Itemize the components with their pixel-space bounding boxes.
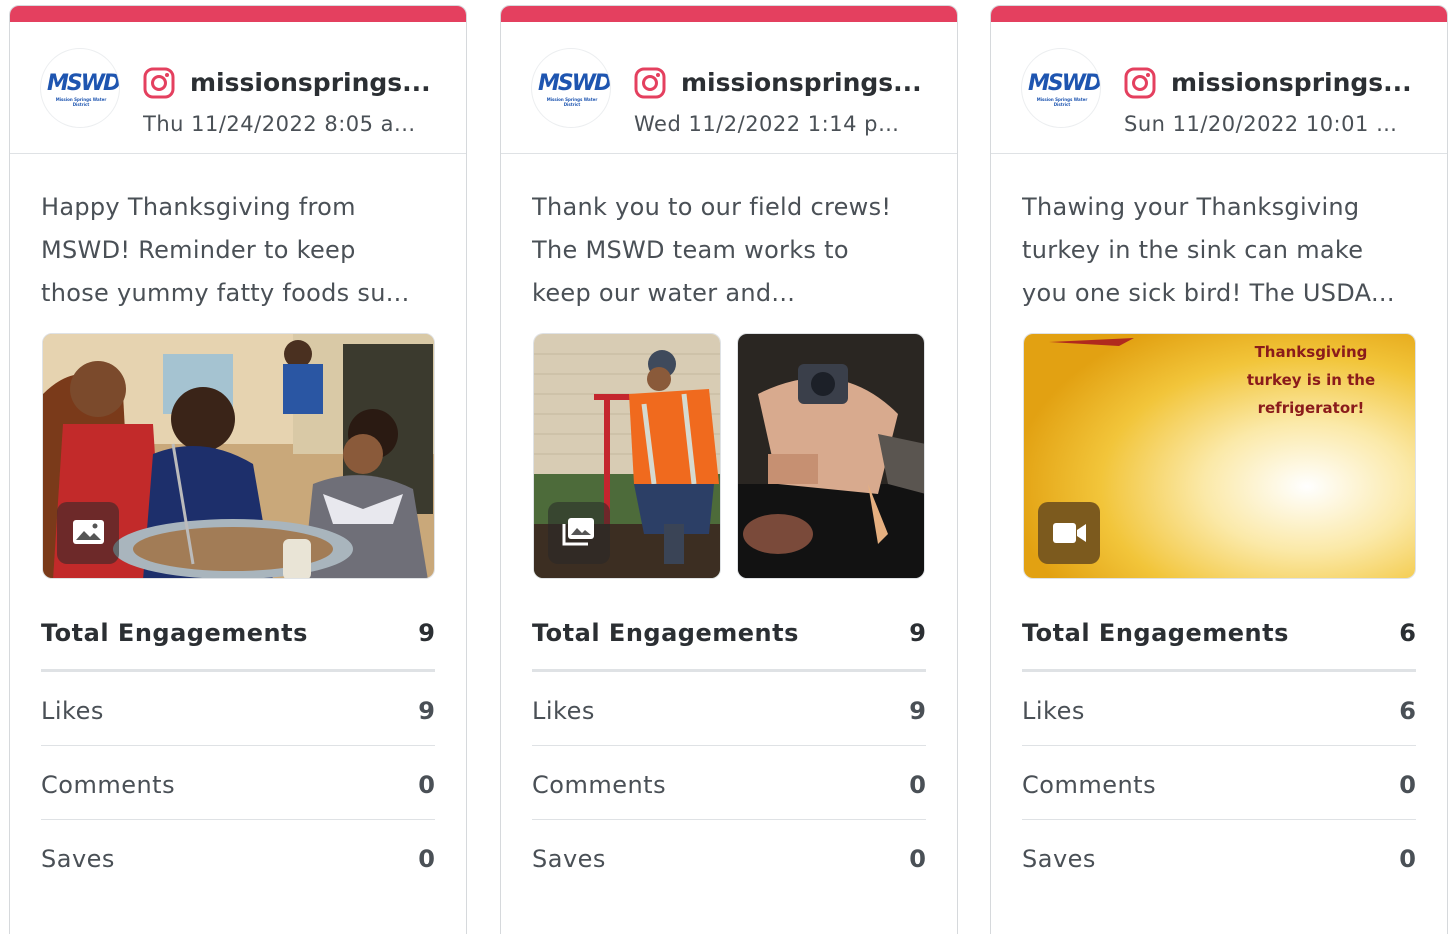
stat-value: 0 [909,771,926,799]
gallery-icon [562,518,594,546]
stat-value: 0 [909,845,926,873]
overlay-line: refrigerator! [1257,399,1365,417]
media-type-badge [1038,502,1100,564]
stat-value: 6 [1399,619,1416,647]
stat-row-total: Total Engagements 9 [532,594,926,672]
caption-line: Thank you to our field crews! [532,193,892,221]
caption-line: Thawing your Thanksgiving [1022,193,1360,221]
stat-label: Comments [41,771,176,799]
post-caption: Thank you to our field crews! The MSWD t… [532,186,924,315]
avatar-logo: MSWD [47,71,120,96]
avatar[interactable]: MSWD Mission Springs Water District [531,48,611,128]
avatar[interactable]: MSWD Mission Springs Water District [40,48,120,128]
stat-row-likes: Likes 6 [1022,672,1416,746]
overlay-line: turkey is in the [1246,371,1376,389]
caption-line: The MSWD team works to [532,236,849,264]
stat-value: 9 [909,619,926,647]
stat-value: 0 [418,845,435,873]
post-header: MSWD Mission Springs Water District miss… [991,22,1447,154]
overlay-line: Thanksgiving [1254,343,1368,361]
stat-label: Saves [1022,845,1096,873]
post-header: MSWD Mission Springs Water District miss… [10,22,466,154]
card-accent-bar [501,6,957,22]
stat-row-likes: Likes 9 [532,672,926,746]
account-name[interactable]: missionsprings... [681,68,931,97]
post-photo [738,334,924,578]
post-video[interactable]: Thanksgiving turkey is in the refrigerat… [1023,333,1416,579]
post-card-3[interactable]: MSWD Mission Springs Water District miss… [990,5,1448,934]
stat-row-saves: Saves 0 [41,820,435,894]
stat-value: 6 [1399,697,1416,725]
stat-label: Total Engagements [41,619,308,647]
caption-line: Happy Thanksgiving from [41,193,356,221]
avatar-logo: MSWD [1028,71,1101,96]
card-accent-bar [991,6,1447,22]
gallery-image-2[interactable] [737,333,925,579]
stat-row-comments: Comments 0 [532,746,926,820]
stat-row-saves: Saves 0 [1022,820,1416,894]
caption-line: turkey in the sink can make [1022,236,1364,264]
instagram-icon [1124,67,1156,99]
gallery-image-1[interactable] [533,333,721,579]
post-image[interactable] [42,333,435,579]
stat-row-total: Total Engagements 6 [1022,594,1416,672]
avatar[interactable]: MSWD Mission Springs Water District [1021,48,1101,128]
stat-row-comments: Comments 0 [41,746,435,820]
avatar-logo-subtitle: Mission Springs Water District [1036,97,1088,107]
engagement-stats: Total Engagements 9 Likes 9 Comments 0 S… [532,594,926,894]
stat-label: Saves [41,845,115,873]
video-overlay-text: Thanksgiving turkey is in the refrigerat… [1231,338,1391,422]
media-type-badge [57,502,119,564]
stat-row-saves: Saves 0 [532,820,926,894]
post-card-2[interactable]: MSWD Mission Springs Water District miss… [500,5,958,934]
image-icon [73,520,104,544]
stat-value: 9 [418,697,435,725]
stat-label: Total Engagements [532,619,799,647]
caption-line: you one sick bird! The USDA... [1022,279,1395,307]
stat-label: Comments [532,771,667,799]
post-date: Thu 11/24/2022 8:05 a... [143,112,416,136]
post-header: MSWD Mission Springs Water District miss… [501,22,957,154]
account-name[interactable]: missionsprings... [1171,68,1421,97]
avatar-logo-subtitle: Mission Springs Water District [55,97,107,107]
stat-value: 0 [418,771,435,799]
stat-label: Total Engagements [1022,619,1289,647]
card-accent-bar [10,6,466,22]
post-date: Wed 11/2/2022 1:14 pm... [634,112,914,136]
stat-value: 9 [909,697,926,725]
engagement-stats: Total Engagements 6 Likes 6 Comments 0 S… [1022,594,1416,894]
post-caption: Happy Thanksgiving from MSWD! Reminder t… [41,186,433,315]
stat-label: Likes [1022,697,1085,725]
post-card-1[interactable]: MSWD Mission Springs Water District miss… [9,5,467,934]
stat-label: Likes [41,697,104,725]
stat-label: Saves [532,845,606,873]
stat-row-comments: Comments 0 [1022,746,1416,820]
instagram-icon [143,67,175,99]
caption-line: MSWD! Reminder to keep [41,236,356,264]
post-gallery[interactable] [533,333,926,579]
stat-row-total: Total Engagements 9 [41,594,435,672]
media-type-badge [548,502,610,564]
avatar-logo: MSWD [538,71,611,96]
instagram-icon [634,67,666,99]
stat-row-likes: Likes 9 [41,672,435,746]
engagement-stats: Total Engagements 9 Likes 9 Comments 0 S… [41,594,435,894]
stat-value: 0 [1399,845,1416,873]
caption-line: keep our water and... [532,279,796,307]
avatar-logo-subtitle: Mission Springs Water District [546,97,598,107]
stat-label: Comments [1022,771,1157,799]
caption-line: those yummy fatty foods su... [41,279,410,307]
video-icon [1053,523,1086,543]
stat-value: 9 [418,619,435,647]
stat-value: 0 [1399,771,1416,799]
post-caption: Thawing your Thanksgiving turkey in the … [1022,186,1414,315]
stat-label: Likes [532,697,595,725]
account-name[interactable]: missionsprings... [190,68,440,97]
post-date: Sun 11/20/2022 10:01 a... [1124,112,1404,136]
